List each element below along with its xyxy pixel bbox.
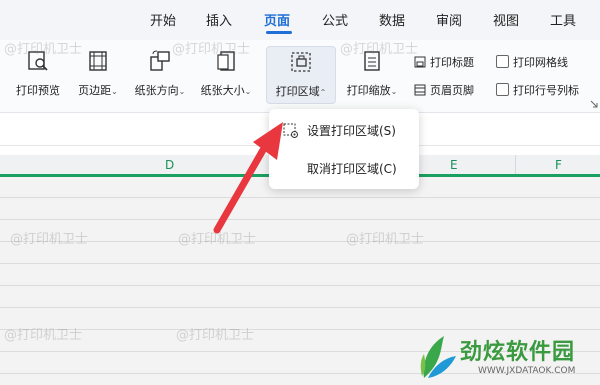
print-scale-button[interactable]: 打印缩放⌄ — [340, 46, 404, 102]
grid-line — [0, 219, 600, 220]
ribbon-tab-bar: 开始 插入 页面 公式 数据 审阅 视图 工具 — [0, 0, 600, 40]
logo-url: WWW.JXDATAOK.COM — [478, 366, 576, 376]
site-logo: 劲炫软件园 WWW.JXDATAOK.COM — [412, 330, 600, 385]
header-footer-icon — [414, 84, 426, 96]
checkbox-icon — [496, 55, 509, 68]
chevron-down-icon: ⌄ — [111, 87, 118, 96]
red-arrow-annotation — [213, 122, 283, 234]
grid-line — [0, 197, 600, 198]
clear-print-area-label: 取消打印区域(C) — [307, 162, 397, 176]
chevron-down-icon: ⌄ — [390, 87, 398, 96]
grid-line — [0, 241, 600, 242]
chevron-down-icon: ⌄ — [244, 87, 252, 96]
margins-label: 页边距 — [78, 84, 112, 97]
paper-size-label: 纸张大小 — [200, 84, 245, 97]
grid-line — [0, 285, 600, 286]
clear-print-area-item[interactable]: 取消打印区域(C) — [269, 153, 419, 183]
column-header-f[interactable]: F — [555, 158, 562, 172]
print-area-label: 打印区域 — [275, 85, 320, 98]
chevron-up-icon: ⌃ — [319, 88, 327, 97]
tab-view[interactable]: 视图 — [493, 10, 519, 29]
tab-data[interactable]: 数据 — [379, 10, 405, 29]
print-area-icon — [291, 52, 311, 72]
tab-home[interactable]: 开始 — [150, 10, 176, 29]
checkbox-icon — [496, 83, 509, 96]
print-row-col-headers-label: 打印行号列标 — [513, 84, 579, 97]
tab-tools[interactable]: 工具 — [550, 10, 576, 29]
chevron-down-icon: ⌄ — [178, 87, 186, 96]
print-scale-icon — [364, 51, 380, 71]
print-gridlines-label: 打印网格线 — [513, 56, 568, 69]
margins-icon — [89, 51, 107, 71]
print-row-col-headers-checkbox[interactable]: 打印行号列标 — [496, 82, 579, 98]
tab-review[interactable]: 审阅 — [436, 10, 462, 29]
print-area-dropdown: 设置打印区域(S) 取消打印区域(C) — [269, 109, 419, 189]
print-gridlines-checkbox[interactable]: 打印网格线 — [496, 54, 568, 70]
print-titles-label: 打印标题 — [430, 56, 474, 69]
leaf-logo-icon — [420, 336, 456, 378]
page-ribbon: 打印预览 页边距⌄ 纸张方向⌄ 纸张大小⌄ 打印区域⌃ 打印缩放⌄ 打印标题 页… — [0, 40, 600, 113]
header-footer-button[interactable]: 页眉页脚 — [414, 82, 474, 98]
column-header-e[interactable]: E — [450, 158, 458, 172]
orientation-button[interactable]: 纸张方向⌄ — [130, 46, 190, 102]
margins-button[interactable]: 页边距⌄ — [70, 46, 126, 102]
print-preview-label: 打印预览 — [16, 84, 60, 97]
paper-size-button[interactable]: 纸张大小⌄ — [196, 46, 256, 102]
tab-insert[interactable]: 插入 — [206, 10, 232, 29]
print-titles-icon — [414, 56, 426, 68]
tab-formulas[interactable]: 公式 — [322, 10, 348, 29]
print-preview-icon — [28, 51, 48, 71]
print-scale-label: 打印缩放 — [346, 84, 391, 97]
ribbon-dialog-launcher-icon[interactable] — [590, 100, 598, 108]
header-footer-label: 页眉页脚 — [430, 84, 474, 97]
grid-line — [0, 263, 600, 264]
tab-page[interactable]: 页面 — [264, 10, 290, 29]
orientation-label: 纸张方向 — [134, 84, 179, 97]
active-tab-indicator — [266, 31, 292, 34]
set-print-area-item[interactable]: 设置打印区域(S) — [269, 115, 419, 145]
print-preview-button[interactable]: 打印预览 — [10, 46, 66, 102]
set-print-area-label: 设置打印区域(S) — [307, 124, 396, 138]
print-area-button[interactable]: 打印区域⌃ — [266, 46, 336, 104]
print-titles-button[interactable]: 打印标题 — [414, 54, 474, 70]
orientation-icon — [150, 50, 170, 71]
grid-line — [0, 307, 600, 308]
paper-size-icon — [217, 51, 235, 71]
column-header-d[interactable]: D — [165, 158, 174, 172]
logo-name: 劲炫软件园 — [460, 340, 576, 365]
